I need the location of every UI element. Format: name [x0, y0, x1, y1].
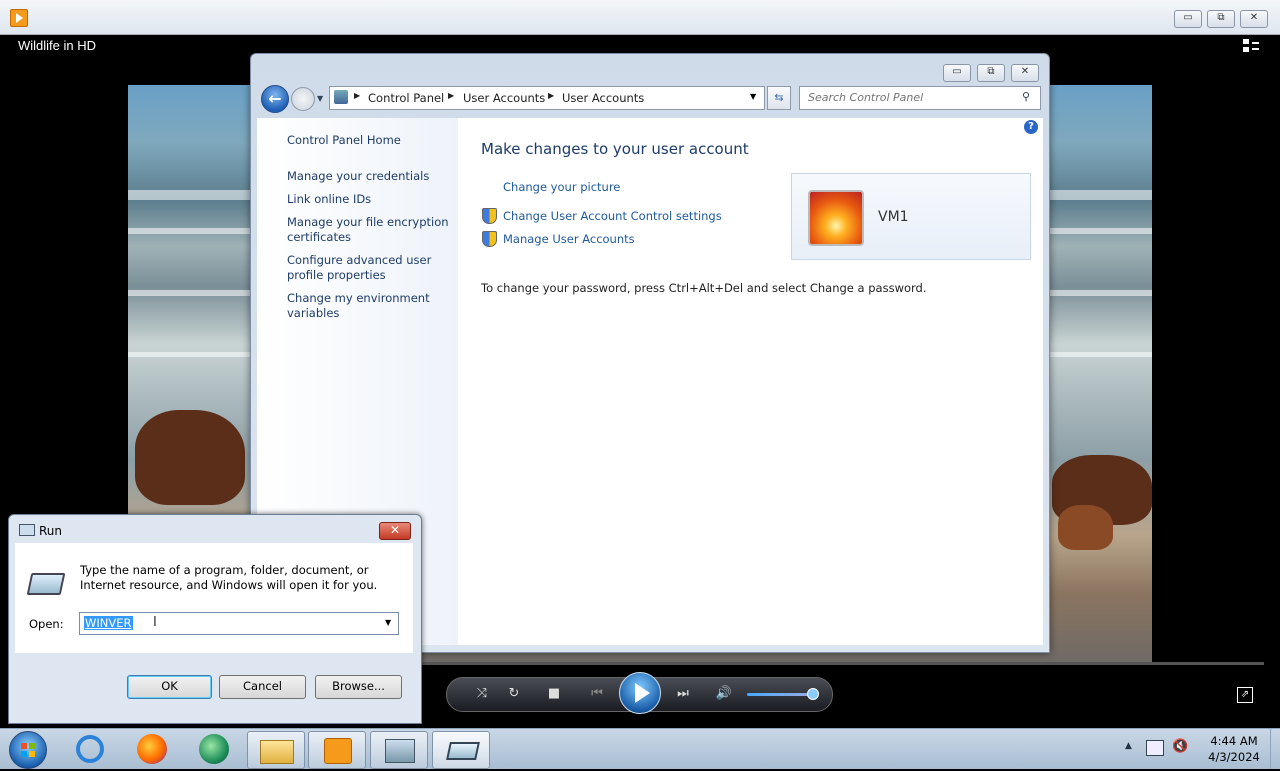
close-button[interactable]: ✕ — [1240, 10, 1268, 28]
control-panel-home-link[interactable]: Control Panel Home — [287, 133, 452, 148]
run-program-icon — [26, 573, 66, 595]
fullscreen-icon[interactable]: ⇗ — [1237, 687, 1253, 703]
player-controls: ⤨ ↻ ■ ⏮ ⏭ 🔊 — [446, 672, 833, 714]
windows-explorer-icon[interactable] — [247, 731, 305, 769]
dropdown-arrow-icon[interactable]: ▼ — [385, 618, 391, 627]
windows-media-player-icon[interactable] — [308, 731, 366, 769]
show-desktop-button[interactable] — [1270, 729, 1280, 769]
browse-button[interactable]: Browse... — [315, 675, 402, 699]
help-icon[interactable]: ? — [1024, 120, 1038, 134]
open-combobox[interactable]: WINVER I ▼ — [79, 612, 399, 635]
media-center-icon[interactable] — [186, 731, 242, 767]
taskbar: ▲ 🔇 4:44 AM 4/3/2024 — [0, 728, 1280, 769]
cp-minimize-button[interactable]: ▭ — [943, 64, 971, 82]
configure-user-profile-link[interactable]: Configure advanced user profile properti… — [287, 253, 452, 283]
address-bar[interactable]: ▶ Control Panel ▶ User Accounts ▶ User A… — [329, 86, 765, 110]
clock-date: 4/3/2024 — [1208, 750, 1260, 764]
run-dialog-title: Run — [39, 524, 63, 538]
run-dialog: Run ✕ Type the name of a program, folder… — [8, 514, 422, 724]
address-dropdown-icon[interactable]: ▼ — [750, 92, 756, 101]
previous-icon[interactable]: ⏮ — [583, 686, 611, 702]
search-icon[interactable]: ⚲ — [1022, 90, 1030, 103]
volume-icon[interactable]: 🔊 — [715, 686, 733, 702]
manage-credentials-link[interactable]: Manage your credentials — [287, 169, 452, 184]
repeat-icon[interactable]: ↻ — [505, 686, 523, 702]
search-input[interactable] — [806, 90, 1020, 105]
internet-explorer-icon[interactable] — [62, 731, 118, 767]
refresh-button[interactable]: ⇆ — [767, 86, 791, 110]
run-close-button[interactable]: ✕ — [379, 522, 411, 540]
switch-to-library-icon[interactable] — [1243, 39, 1259, 53]
page-title: Make changes to your user account — [481, 140, 749, 158]
run-icon — [19, 524, 35, 536]
start-button[interactable] — [9, 731, 47, 769]
cp-restore-button[interactable]: ⧉ — [977, 64, 1005, 82]
text-cursor-icon: I — [153, 615, 157, 630]
control-panel-icon — [334, 90, 348, 104]
shuffle-icon[interactable]: ⤨ — [473, 686, 491, 702]
breadcrumb-user-accounts[interactable]: User Accounts — [463, 91, 545, 105]
user-name: VM1 — [878, 209, 909, 225]
breadcrumb-control-panel[interactable]: Control Panel — [368, 91, 444, 105]
video-title: Wildlife in HD — [18, 38, 97, 53]
system-clock[interactable]: 4:44 AM 4/3/2024 — [1200, 733, 1268, 765]
avatar[interactable] — [808, 190, 864, 246]
volume-muted-icon[interactable]: 🔇 — [1172, 739, 1188, 754]
navigation-bar: ← ▼ ▶ Control Panel ▶ User Accounts ▶ Us… — [257, 84, 1043, 113]
main-content: ? Make changes to your user account Chan… — [458, 118, 1043, 645]
back-button[interactable]: ← — [261, 85, 289, 113]
control-panel-taskbar-icon[interactable] — [370, 731, 428, 769]
run-taskbar-icon[interactable] — [432, 731, 490, 769]
media-player-titlebar: ▭ ⧉ ✕ — [0, 0, 1280, 35]
clock-time: 4:44 AM — [1210, 734, 1258, 748]
uac-shield-icon — [482, 231, 497, 247]
open-input-value[interactable]: WINVER — [84, 616, 133, 630]
manage-encryption-certificates-link[interactable]: Manage your file encryption certificates — [287, 215, 452, 245]
uac-shield-icon — [482, 208, 497, 224]
show-hidden-icons-icon[interactable]: ▲ — [1125, 741, 1132, 751]
seek-bar[interactable] — [420, 662, 1264, 665]
network-icon[interactable] — [1146, 740, 1164, 756]
foal-image — [1058, 505, 1113, 550]
restore-button[interactable]: ⧉ — [1207, 10, 1235, 28]
cancel-button[interactable]: Cancel — [219, 675, 306, 699]
breadcrumb-user-accounts-current[interactable]: User Accounts — [562, 91, 644, 105]
user-tile: VM1 — [791, 173, 1031, 260]
media-player-icon — [10, 9, 28, 27]
manage-user-accounts-link[interactable]: Manage User Accounts — [503, 232, 635, 246]
horse-image — [135, 410, 245, 505]
change-environment-variables-link[interactable]: Change my environment variables — [287, 291, 452, 321]
stop-icon[interactable]: ■ — [545, 686, 563, 702]
minimize-button[interactable]: ▭ — [1174, 10, 1202, 28]
password-note: To change your password, press Ctrl+Alt+… — [481, 281, 927, 295]
volume-knob[interactable] — [807, 688, 819, 700]
search-box[interactable]: ⚲ — [799, 86, 1041, 110]
forward-button[interactable] — [291, 87, 315, 111]
link-online-ids-link[interactable]: Link online IDs — [287, 192, 452, 207]
run-description: Type the name of a program, folder, docu… — [80, 563, 378, 592]
next-icon[interactable]: ⏭ — [669, 686, 697, 702]
firefox-icon[interactable] — [124, 731, 180, 767]
change-picture-link[interactable]: Change your picture — [503, 180, 620, 194]
ok-button[interactable]: OK — [127, 675, 212, 699]
open-label: Open: — [29, 617, 64, 631]
recent-pages-icon[interactable]: ▼ — [317, 94, 323, 103]
cp-close-button[interactable]: ✕ — [1011, 64, 1039, 82]
volume-slider[interactable] — [747, 693, 813, 696]
run-body: Type the name of a program, folder, docu… — [15, 543, 413, 653]
uac-settings-link[interactable]: Change User Account Control settings — [503, 209, 722, 223]
play-button[interactable] — [619, 672, 661, 714]
